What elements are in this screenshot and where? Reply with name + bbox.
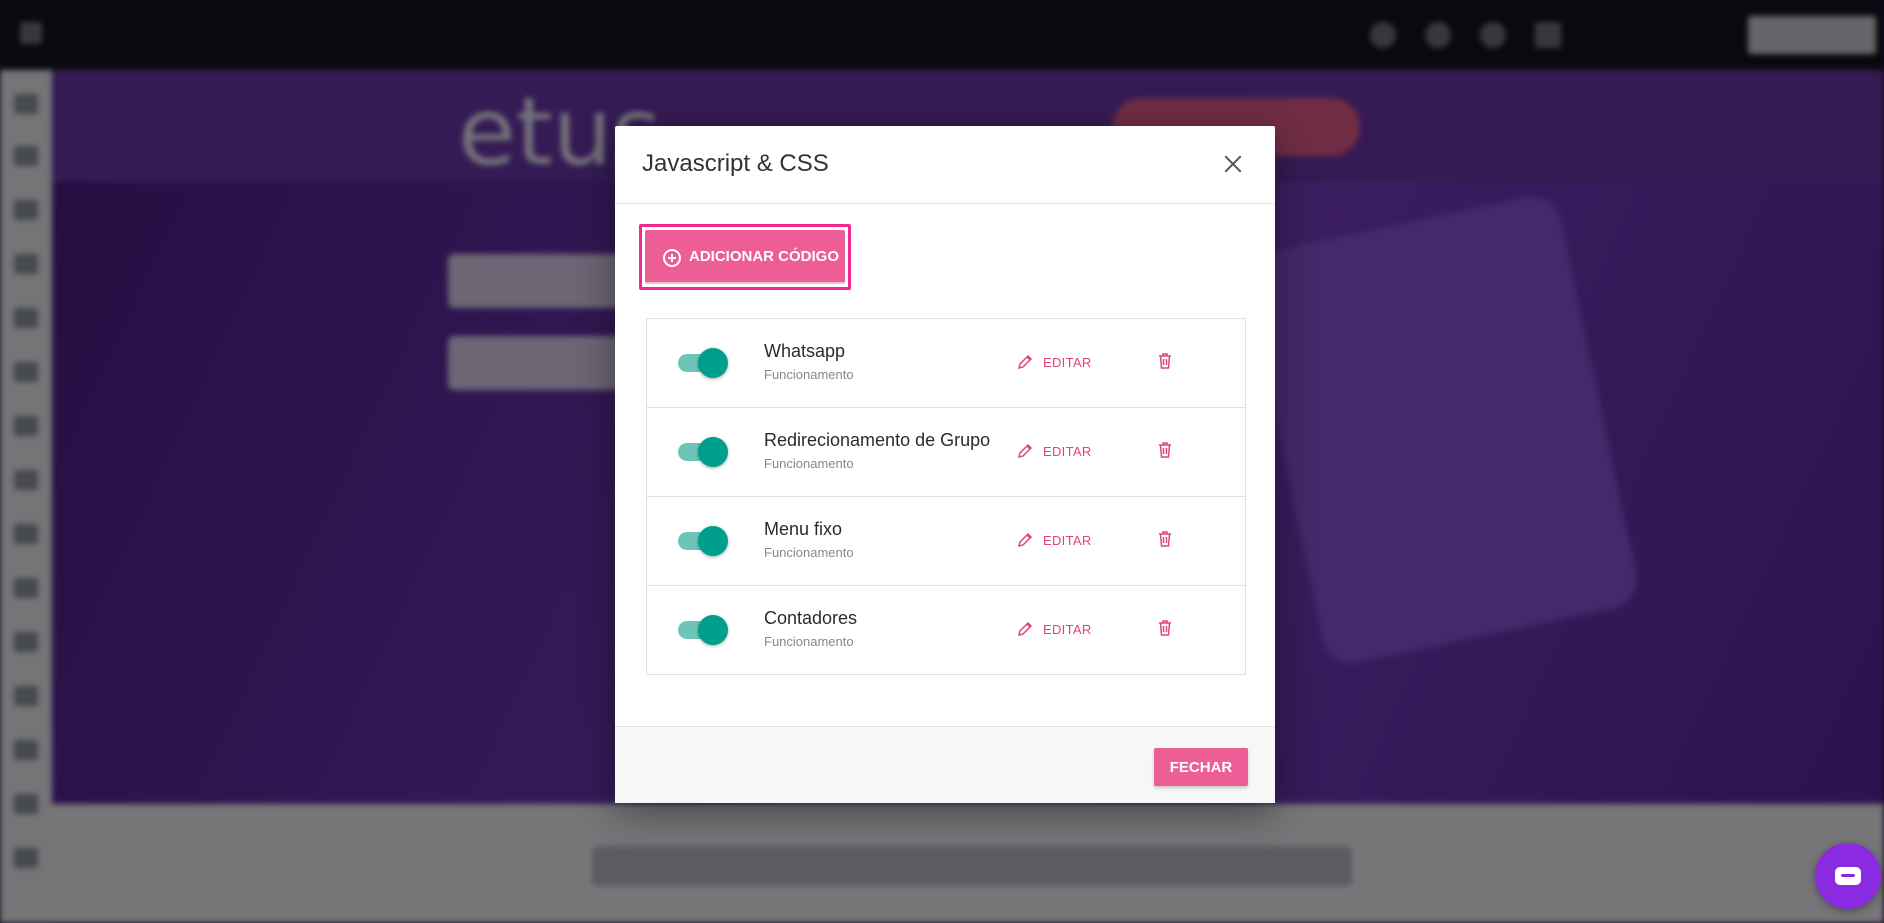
list-item: Menu fixo Funcionamento EDITAR <box>647 497 1245 586</box>
chat-button[interactable] <box>1815 843 1881 909</box>
add-code-label: ADICIONAR CÓDIGO <box>689 248 839 265</box>
script-name: Redirecionamento de Grupo <box>764 430 991 450</box>
dialog-header: Javascript & CSS <box>615 126 1275 204</box>
chat-icon <box>1835 867 1861 885</box>
add-code-button[interactable]: ADICIONAR CÓDIGO <box>645 230 845 284</box>
enable-toggle[interactable] <box>678 437 728 467</box>
pencil-icon <box>1017 621 1033 637</box>
script-status: Funcionamento <box>764 545 854 560</box>
list-item: Whatsapp Funcionamento EDITAR <box>647 319 1245 408</box>
trash-icon[interactable] <box>1158 353 1172 369</box>
edit-label: EDITAR <box>1043 355 1092 370</box>
script-name: Whatsapp <box>764 341 846 361</box>
toggle-knob <box>698 615 728 645</box>
plus-circle-icon <box>663 249 681 267</box>
enable-toggle[interactable] <box>678 348 728 378</box>
toggle-knob <box>698 526 728 556</box>
enable-toggle[interactable] <box>678 526 728 556</box>
list-item: Contadores Funcionamento EDITAR <box>647 586 1245 674</box>
enable-toggle[interactable] <box>678 615 728 645</box>
edit-label: EDITAR <box>1043 444 1092 459</box>
toggle-knob <box>698 437 728 467</box>
pencil-icon <box>1017 532 1033 548</box>
pencil-icon <box>1017 354 1033 370</box>
edit-label: EDITAR <box>1043 533 1092 548</box>
script-status: Funcionamento <box>764 367 854 382</box>
close-button[interactable]: FECHAR <box>1154 748 1248 786</box>
script-name: Menu fixo <box>764 519 843 539</box>
list-item: Redirecionamento de Grupo Funcionamento … <box>647 408 1245 497</box>
dialog-footer: FECHAR <box>615 726 1275 803</box>
trash-icon[interactable] <box>1158 442 1172 458</box>
javascript-css-dialog: Javascript & CSS ADICIONAR CÓDIGO Whatsa… <box>615 126 1275 803</box>
trash-icon[interactable] <box>1158 620 1172 636</box>
pencil-icon <box>1017 443 1033 459</box>
dialog-title: Javascript & CSS <box>642 150 829 177</box>
scripts-list: Whatsapp Funcionamento EDITAR Redirecion… <box>646 318 1246 675</box>
script-name: Contadores <box>764 608 858 628</box>
script-status: Funcionamento <box>764 634 854 649</box>
close-icon[interactable] <box>1215 146 1251 182</box>
edit-label: EDITAR <box>1043 622 1092 637</box>
script-status: Funcionamento <box>764 456 854 471</box>
toggle-knob <box>698 348 728 378</box>
trash-icon[interactable] <box>1158 531 1172 547</box>
